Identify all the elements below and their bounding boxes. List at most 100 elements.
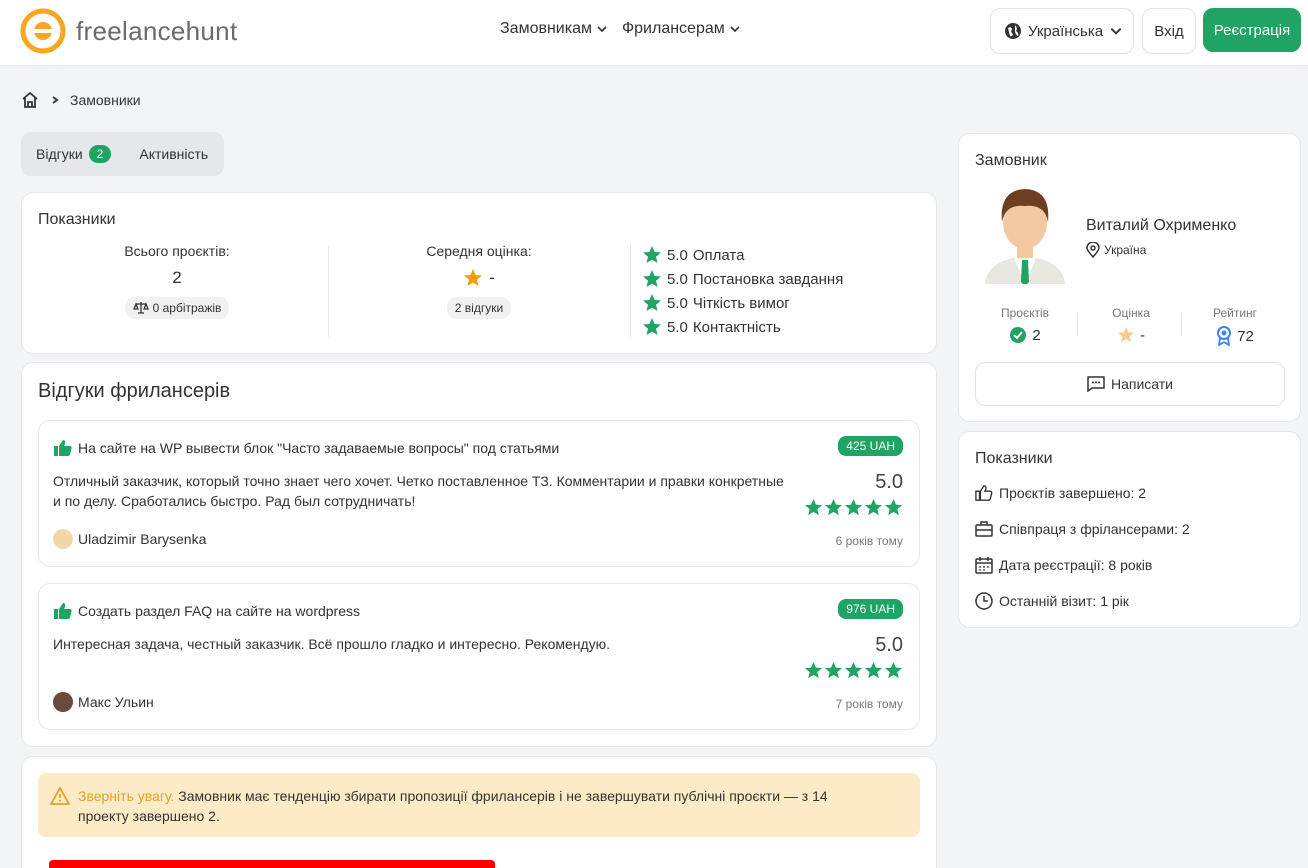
message-icon	[1087, 376, 1105, 392]
language-select[interactable]: Українська	[990, 8, 1134, 54]
avg-rating-label: Середня оцінка:	[426, 243, 532, 259]
review-project-title: На сайте на WP вывести блок "Часто задав…	[78, 440, 560, 456]
profile-projects-value: 2	[989, 326, 1061, 344]
warning-body: Замовник має тенденцію збирати пропозиці…	[78, 788, 828, 824]
star-icon	[864, 661, 883, 679]
tab-reviews[interactable]: Відгуки 2	[36, 145, 112, 163]
avatar	[53, 692, 73, 712]
rating-score: 5.0	[667, 294, 688, 312]
divider	[1077, 314, 1078, 336]
rating-label: Чіткість вимог	[692, 294, 790, 312]
total-projects-label: Всього проєктів:	[124, 243, 230, 259]
warning-card: Зверніть увагу. Замовник має тенденцію з…	[21, 756, 937, 868]
brand-name: freelancehunt	[76, 15, 238, 46]
rating-breakdown: 5.0 Оплата 5.0 Постановка завдання 5.0 Ч…	[642, 243, 843, 339]
avatar	[53, 529, 73, 549]
profile-projects-text: 2	[1032, 326, 1041, 344]
arbitrations-text: 0 арбітражів	[152, 301, 222, 315]
tab-activity-label: Активність	[139, 146, 209, 162]
rating-label: Оплата	[692, 246, 745, 264]
review-text: Отличный заказчик, который точно знает ч…	[53, 473, 784, 509]
reviews-title: Відгуки фрилансерів	[38, 380, 231, 402]
star-icon	[643, 294, 661, 311]
star-icon	[804, 661, 823, 679]
review-score: 5.0	[875, 634, 903, 656]
profile-card: Замовник Виталий Охрименко Україна Проєк…	[958, 133, 1301, 422]
nav-customers[interactable]: Замовникам	[500, 20, 608, 38]
warning-strong: Зверніть увагу.	[78, 788, 175, 804]
profile-rating-value: -	[1095, 326, 1167, 344]
brand-logo[interactable]: freelancehunt	[20, 8, 237, 54]
review-project-title: Создать раздел FAQ на сайте на wordpress	[78, 603, 360, 619]
review-price-badge: 425 UAH	[838, 436, 903, 456]
login-button[interactable]: Вхід	[1142, 8, 1196, 54]
tab-reviews-label: Відгуки	[36, 146, 83, 162]
reviews-count-badge: 2	[88, 145, 112, 163]
medal-icon	[1217, 326, 1232, 346]
reviews-card: Відгуки фрилансерів На сайте на WP вывес…	[21, 362, 937, 747]
thumbs-up-icon	[54, 603, 72, 619]
profile-location: Україна	[1086, 242, 1146, 258]
avatar	[985, 189, 1065, 284]
star-icon	[643, 318, 661, 335]
star-icon	[844, 498, 863, 516]
logo-icon	[20, 8, 66, 54]
stats-title: Показники	[38, 211, 116, 228]
calendar-icon	[975, 557, 993, 574]
breadcrumb-current[interactable]: Замовники	[70, 92, 141, 108]
scales-icon	[132, 302, 149, 314]
divider	[328, 245, 329, 337]
write-message-button[interactable]: Написати	[975, 362, 1285, 406]
rating-row-contact: 5.0 Контактність	[642, 315, 843, 339]
profile-rank-text: 72	[1237, 327, 1254, 345]
profile-rating-text: -	[1140, 326, 1145, 344]
profile-rating-label: Оцінка	[1112, 306, 1150, 320]
home-icon[interactable]	[20, 90, 40, 110]
review-item: На сайте на WP вывести блок "Часто задав…	[38, 420, 920, 567]
star-icon	[464, 269, 483, 286]
warning-text: Зверніть увагу. Замовник має тенденцію з…	[78, 786, 878, 826]
review-score: 5.0	[875, 471, 903, 493]
info-text: Останній візит: 1 рік	[999, 593, 1129, 609]
profile-tabs: Відгуки 2 Активність	[21, 132, 224, 176]
review-stars	[804, 661, 903, 680]
warning-icon	[50, 787, 70, 805]
review-text: Интересная задача, честный заказчик. Всё…	[53, 636, 611, 652]
star-icon	[844, 661, 863, 679]
star-icon	[824, 661, 843, 679]
info-text: Проєктів завершено: 2	[999, 485, 1147, 501]
profile-country: Україна	[1104, 243, 1147, 257]
side-stats-card: Показники Проєктів завершено: 2 Співпрац…	[958, 431, 1301, 628]
stats-card: Показники Всього проєктів: 2 0 арбітражі…	[21, 192, 937, 354]
chevron-down-icon	[597, 26, 607, 33]
tab-activity[interactable]: Активність	[139, 146, 208, 162]
briefcase-icon	[975, 521, 993, 537]
star-icon	[804, 498, 823, 516]
review-project[interactable]: На сайте на WP вывести блок "Часто задав…	[53, 439, 559, 457]
rating-row-payment: 5.0 Оплата	[642, 243, 843, 267]
thumbs-up-icon	[975, 485, 993, 501]
info-text: Дата реєстрації: 8 років	[999, 557, 1153, 573]
star-icon	[824, 498, 843, 516]
review-price-badge: 976 UAH	[838, 599, 903, 619]
avg-rating: Середня оцінка: - 2 відгуки	[384, 243, 574, 319]
review-author[interactable]: Uladzimir Barysenka	[53, 529, 206, 549]
review-item: Создать раздел FAQ на сайте на wordpress…	[38, 583, 920, 730]
info-projects-completed: Проєктів завершено: 2	[975, 484, 1146, 502]
review-author[interactable]: Макс Ульин	[53, 692, 154, 712]
rating-row-task: 5.0 Постановка завдання	[642, 267, 843, 291]
top-header: freelancehunt Замовникам Фрилансерам Укр…	[0, 0, 1308, 66]
star-icon	[1117, 326, 1135, 343]
review-author-name: Макс Ульин	[78, 694, 154, 710]
check-circle-icon	[1010, 327, 1027, 343]
divider	[630, 245, 631, 337]
avg-rating-text: -	[489, 268, 495, 287]
review-time: 7 років тому	[835, 697, 903, 711]
review-project[interactable]: Создать раздел FAQ на сайте на wordpress	[53, 602, 360, 620]
register-button[interactable]: Реєстрація	[1203, 8, 1301, 52]
nav-freelancers[interactable]: Фрилансерам	[622, 20, 741, 38]
write-message-label: Написати	[1110, 376, 1173, 392]
total-projects-value: 2	[172, 268, 182, 287]
language-label: Українська	[1028, 22, 1104, 40]
side-stats-title: Показники	[975, 450, 1053, 467]
